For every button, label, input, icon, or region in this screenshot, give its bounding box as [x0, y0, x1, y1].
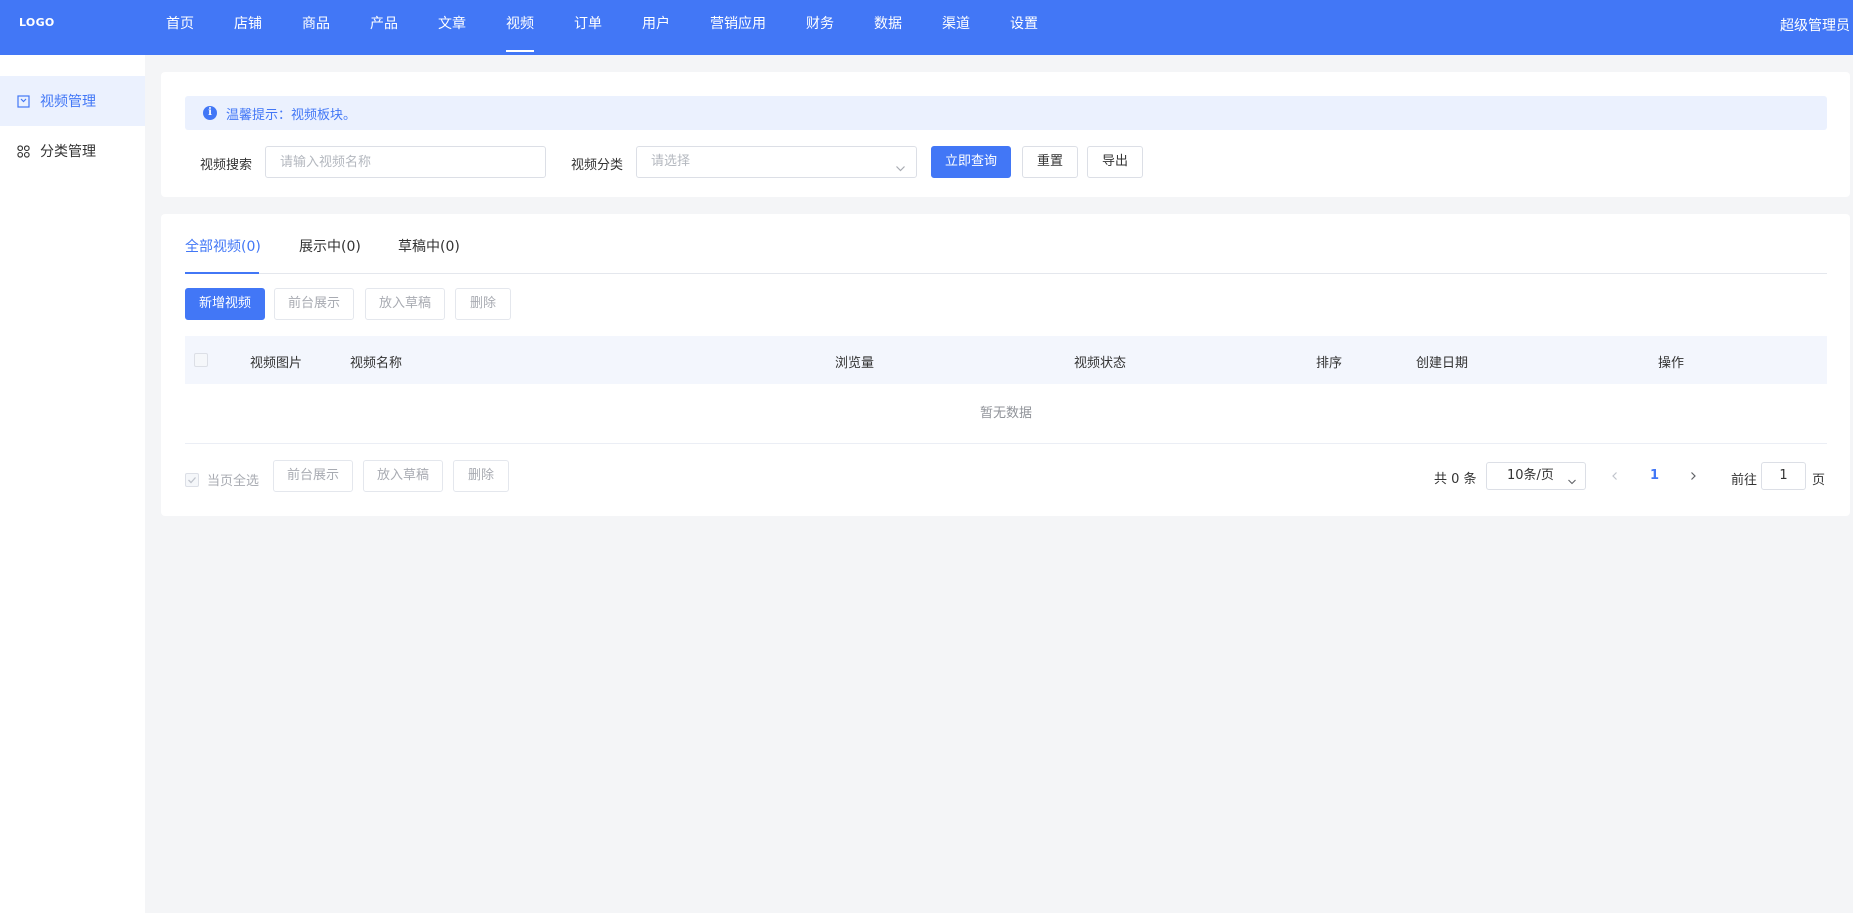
sidebar: 视频管理 分类管理	[0, 55, 145, 913]
col-status: 视频状态	[1074, 356, 1127, 371]
goto-label: 前往	[1731, 473, 1758, 488]
page-number-current[interactable]: 1	[1650, 468, 1659, 483]
col-sort: 排序	[1316, 356, 1343, 371]
top-nav-bar: LOGO 首页 店铺 商品 产品 文章 视频 订单 用户 营销应用 财务 数据 …	[0, 0, 1853, 55]
main-nav: 首页 店铺 商品 产品 文章 视频 订单 用户 营销应用 财务 数据 渠道 设置	[148, 0, 1058, 55]
nav-finance[interactable]: 财务	[786, 0, 854, 55]
nav-article[interactable]: 文章	[418, 0, 486, 55]
search-label: 视频搜索	[200, 158, 253, 173]
sidebar-item-category-manage[interactable]: 分类管理	[0, 126, 145, 176]
tip-banner: i 温馨提示：视频板块。	[185, 96, 1827, 130]
total-count: 共 0 条	[1434, 472, 1477, 487]
page-size-value: 10条/页	[1507, 468, 1554, 483]
list-card: 全部视频(0) 展示中(0) 草稿中(0) 新增视频 前台展示 放入草稿 删除 …	[161, 214, 1850, 516]
tab-all-videos[interactable]: 全部视频(0)	[185, 236, 261, 256]
show-frontend-button[interactable]: 前台展示	[274, 288, 354, 320]
table-header: 视频图片 视频名称 浏览量 视频状态 排序 创建日期 操作	[185, 336, 1827, 384]
move-to-draft-button[interactable]: 放入草稿	[365, 288, 445, 320]
category-select[interactable]: 请选择	[636, 146, 917, 178]
sidebar-item-label: 视频管理	[40, 94, 96, 110]
next-page-icon[interactable]	[1683, 466, 1703, 486]
chevron-down-icon	[1567, 471, 1577, 497]
col-video-image: 视频图片	[250, 356, 303, 371]
prev-page-icon[interactable]	[1605, 466, 1625, 486]
nav-video[interactable]: 视频	[486, 0, 554, 55]
nav-home[interactable]: 首页	[148, 0, 214, 55]
user-menu[interactable]: 超级管理员	[1780, 15, 1850, 35]
nav-order[interactable]: 订单	[554, 0, 622, 55]
page-suffix: 页	[1812, 473, 1826, 488]
sidebar-item-video-manage[interactable]: 视频管理	[0, 76, 145, 126]
tab-active-indicator	[185, 272, 259, 274]
category-grid-icon	[16, 144, 30, 158]
select-all-checkbox[interactable]	[194, 353, 208, 367]
page-size-select[interactable]: 10条/页	[1486, 462, 1586, 490]
col-created-date: 创建日期	[1416, 356, 1469, 371]
logo[interactable]: LOGO	[19, 16, 55, 29]
tab-drafts[interactable]: 草稿中(0)	[398, 236, 460, 256]
chevron-down-icon	[895, 156, 906, 186]
category-select-placeholder: 请选择	[651, 154, 691, 169]
col-views: 浏览量	[835, 356, 875, 371]
video-search-input[interactable]	[265, 146, 546, 178]
footer-draft-button[interactable]: 放入草稿	[363, 460, 443, 492]
empty-state: 暂无数据	[185, 384, 1827, 444]
nav-user[interactable]: 用户	[622, 0, 690, 55]
footer-delete-button[interactable]: 删除	[453, 460, 509, 492]
delete-button[interactable]: 删除	[455, 288, 511, 320]
nav-product[interactable]: 产品	[350, 0, 418, 55]
col-video-name: 视频名称	[350, 356, 403, 371]
select-page-checkbox[interactable]: 当页全选	[185, 470, 259, 489]
nav-store[interactable]: 店铺	[214, 0, 282, 55]
nav-channel[interactable]: 渠道	[922, 0, 990, 55]
tip-text: 温馨提示：视频板块。	[226, 107, 357, 123]
query-button[interactable]: 立即查询	[931, 146, 1011, 178]
info-icon: i	[203, 106, 217, 120]
footer-show-button[interactable]: 前台展示	[273, 460, 353, 492]
category-label: 视频分类	[571, 158, 624, 173]
add-video-button[interactable]: 新增视频	[185, 288, 265, 320]
nav-goods[interactable]: 商品	[282, 0, 350, 55]
reset-button[interactable]: 重置	[1022, 146, 1078, 178]
video-box-icon	[16, 94, 30, 108]
col-actions: 操作	[1658, 356, 1685, 371]
tab-showing[interactable]: 展示中(0)	[299, 236, 361, 256]
select-page-label: 当页全选	[207, 474, 260, 489]
nav-marketing[interactable]: 营销应用	[690, 0, 786, 55]
sidebar-item-label: 分类管理	[40, 144, 96, 160]
goto-page-input[interactable]: 1	[1761, 462, 1806, 490]
export-button[interactable]: 导出	[1087, 146, 1143, 178]
filter-card: i 温馨提示：视频板块。 视频搜索 视频分类 请选择 立即查询 重置 导出	[161, 72, 1850, 197]
checkbox-icon	[185, 472, 199, 487]
nav-settings[interactable]: 设置	[990, 0, 1058, 55]
nav-data[interactable]: 数据	[854, 0, 922, 55]
tab-bar: 全部视频(0) 展示中(0) 草稿中(0)	[185, 214, 1827, 274]
